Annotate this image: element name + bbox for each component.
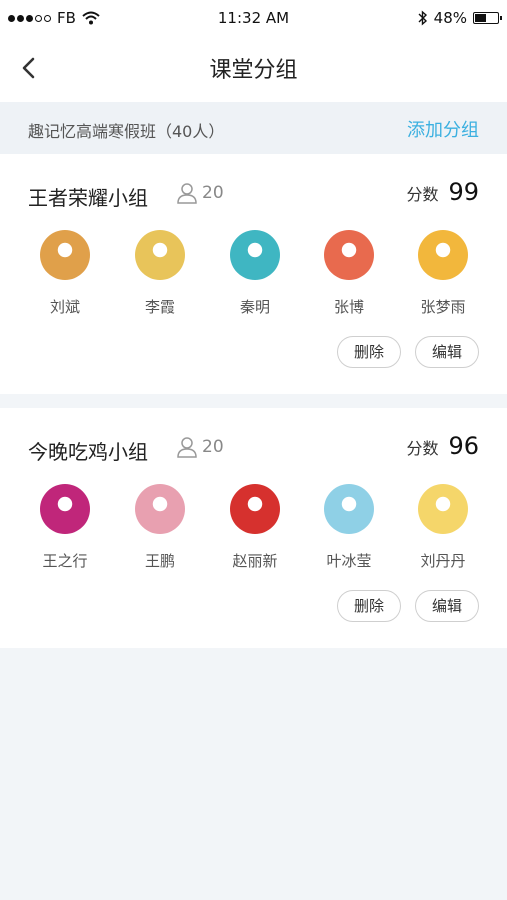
page-title: 课堂分组 [209,58,298,83]
member-name: 张梦雨 [420,298,466,316]
group-name: 今晚吃鸡小组 [28,440,148,464]
member-list: 王之行 王鹏 赵丽新 叶冰莹 刘丹丹 [0,484,507,574]
member-avatar [230,230,280,280]
delete-group-button[interactable]: 删除 [337,590,401,622]
member-avatar [40,230,90,280]
group-name: 王者荣耀小组 [28,186,148,210]
nav-bar: 课堂分组 [0,36,507,102]
member-count: 20 [202,437,224,457]
group-score: 分数 99 [406,178,479,206]
member-name: 张博 [333,298,364,316]
delete-group-button[interactable]: 删除 [337,336,401,368]
class-name: 趣记忆高端寒假班（40人） [28,122,225,141]
member-name: 王之行 [42,552,88,570]
edit-group-button[interactable]: 编辑 [415,336,479,368]
member-item[interactable]: 王之行 [25,484,105,571]
member-avatar [324,230,374,280]
member-name: 赵丽新 [232,552,278,570]
member-item[interactable]: 赵丽新 [215,484,295,571]
add-group-button[interactable]: 添加分组 [407,116,479,142]
member-avatar [135,230,185,280]
member-avatar [230,484,280,534]
member-avatar [324,484,374,534]
member-item[interactable]: 张博 [309,230,389,317]
group-member-count: 20 [176,436,224,458]
class-bar: 趣记忆高端寒假班（40人） 添加分组 [0,102,507,154]
edit-group-button[interactable]: 编辑 [415,590,479,622]
score-value: 99 [448,178,479,206]
member-item[interactable]: 张梦雨 [403,230,483,317]
group-card: 王者荣耀小组 20 分数 99 刘斌 李霞 秦明 张博 张梦雨 删除 编辑 [0,154,507,394]
group-score: 分数 96 [406,432,479,460]
user-icon [177,437,197,458]
member-name: 刘斌 [49,298,80,316]
member-list: 刘斌 李霞 秦明 张博 张梦雨 [0,230,507,320]
member-avatar [418,484,468,534]
battery-percent: 48% [433,9,467,27]
battery-icon [473,12,502,24]
member-item[interactable]: 叶冰莹 [309,484,389,571]
status-bar: FB 11:32 AM 48% [0,0,507,36]
member-item[interactable]: 秦明 [215,230,295,317]
bluetooth-icon [418,10,427,26]
member-name: 秦明 [239,298,270,316]
member-name: 叶冰莹 [326,552,372,570]
score-value: 96 [448,432,479,460]
group-card: 今晚吃鸡小组 20 分数 96 王之行 王鹏 赵丽新 叶冰莹 刘丹丹 删除 编辑 [0,408,507,648]
member-item[interactable]: 刘丹丹 [403,484,483,571]
member-name: 王鹏 [144,552,175,570]
status-right: 48% [418,9,502,27]
score-label: 分数 [406,185,439,204]
member-avatar [135,484,185,534]
group-member-count: 20 [176,182,224,204]
member-name: 刘丹丹 [420,552,466,570]
member-avatar [40,484,90,534]
score-label: 分数 [406,439,439,458]
member-item[interactable]: 刘斌 [25,230,105,317]
member-count: 20 [202,183,224,203]
member-avatar [418,230,468,280]
user-icon [177,183,197,204]
member-name: 李霞 [144,298,175,316]
member-item[interactable]: 王鹏 [120,484,200,571]
member-item[interactable]: 李霞 [120,230,200,317]
